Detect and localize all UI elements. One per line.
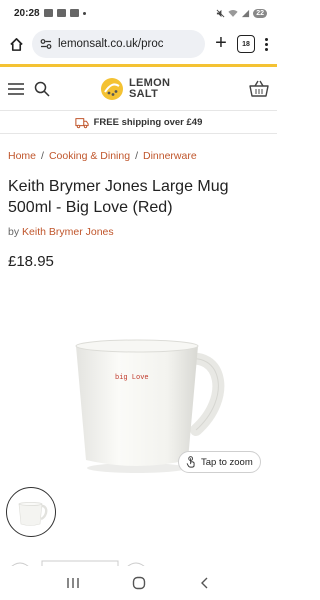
product-thumbnail[interactable] [6, 487, 56, 537]
tap-to-zoom-button[interactable]: Tap to zoom [178, 451, 261, 473]
lemon-logo-icon [101, 78, 123, 100]
breadcrumb-cooking-dining[interactable]: Cooking & Dining [49, 150, 130, 162]
brand-name-line2: SALT [129, 88, 159, 100]
home-icon [9, 37, 23, 51]
site-header: LEMON SALT [0, 67, 277, 111]
search-icon[interactable] [34, 81, 50, 97]
more-notifications-dot [82, 11, 86, 15]
vendor-link[interactable]: Keith Brymer Jones [22, 226, 114, 238]
tap-hand-icon [186, 456, 195, 468]
ebay-notification-icon [43, 9, 53, 17]
wifi-icon [228, 9, 238, 17]
breadcrumb-separator: / [41, 150, 44, 162]
home-button[interactable] [6, 34, 26, 54]
mute-icon [216, 9, 225, 17]
battery-icon: 22 [253, 8, 267, 18]
hamburger-menu-icon[interactable] [8, 82, 24, 96]
breadcrumb: Home / Cooking & Dining / Dinnerware [8, 150, 197, 162]
browser-toolbar: lemonsalt.co.uk/proc + 18 [0, 26, 277, 62]
system-nav-bar [0, 566, 277, 600]
address-bar[interactable]: lemonsalt.co.uk/proc [32, 30, 205, 58]
breadcrumb-separator: / [135, 150, 138, 162]
ebay-notification-icon [69, 9, 79, 17]
lemon-salt-logo[interactable]: LEMON SALT [100, 77, 170, 101]
vendor-prefix: by [8, 226, 20, 238]
browser-menu-button[interactable] [261, 34, 271, 54]
status-time: 20:28 [14, 7, 40, 19]
shipping-banner: FREE shipping over £49 [0, 112, 277, 134]
new-tab-button[interactable]: + [211, 33, 231, 54]
mug-print-text: big Love [115, 374, 149, 382]
mug-thumbnail-image [18, 502, 48, 526]
status-bar: 20:28 22 [0, 0, 277, 26]
home-nav-icon[interactable] [132, 576, 146, 590]
ebay-notification-icon [56, 9, 66, 17]
shipping-text: FREE shipping over £49 [93, 117, 203, 128]
url-text: lemonsalt.co.uk/proc [58, 38, 164, 50]
recent-apps-icon[interactable] [66, 577, 80, 589]
breadcrumb-dinnerware[interactable]: Dinnerware [143, 150, 197, 162]
basket-icon[interactable] [249, 80, 269, 98]
delivery-truck-icon [74, 117, 89, 128]
product-title: Keith Brymer Jones Large Mug 500ml - Big… [8, 178, 229, 216]
product-price: £18.95 [8, 253, 54, 270]
signal-icon [242, 9, 250, 17]
breadcrumb-home[interactable]: Home [8, 150, 36, 162]
tab-switcher-button[interactable]: 18 [237, 35, 255, 53]
zoom-label: Tap to zoom [201, 456, 253, 468]
site-settings-icon [40, 39, 52, 49]
product-vendor: by Keith Brymer Jones [8, 226, 114, 238]
back-icon[interactable] [199, 577, 211, 589]
